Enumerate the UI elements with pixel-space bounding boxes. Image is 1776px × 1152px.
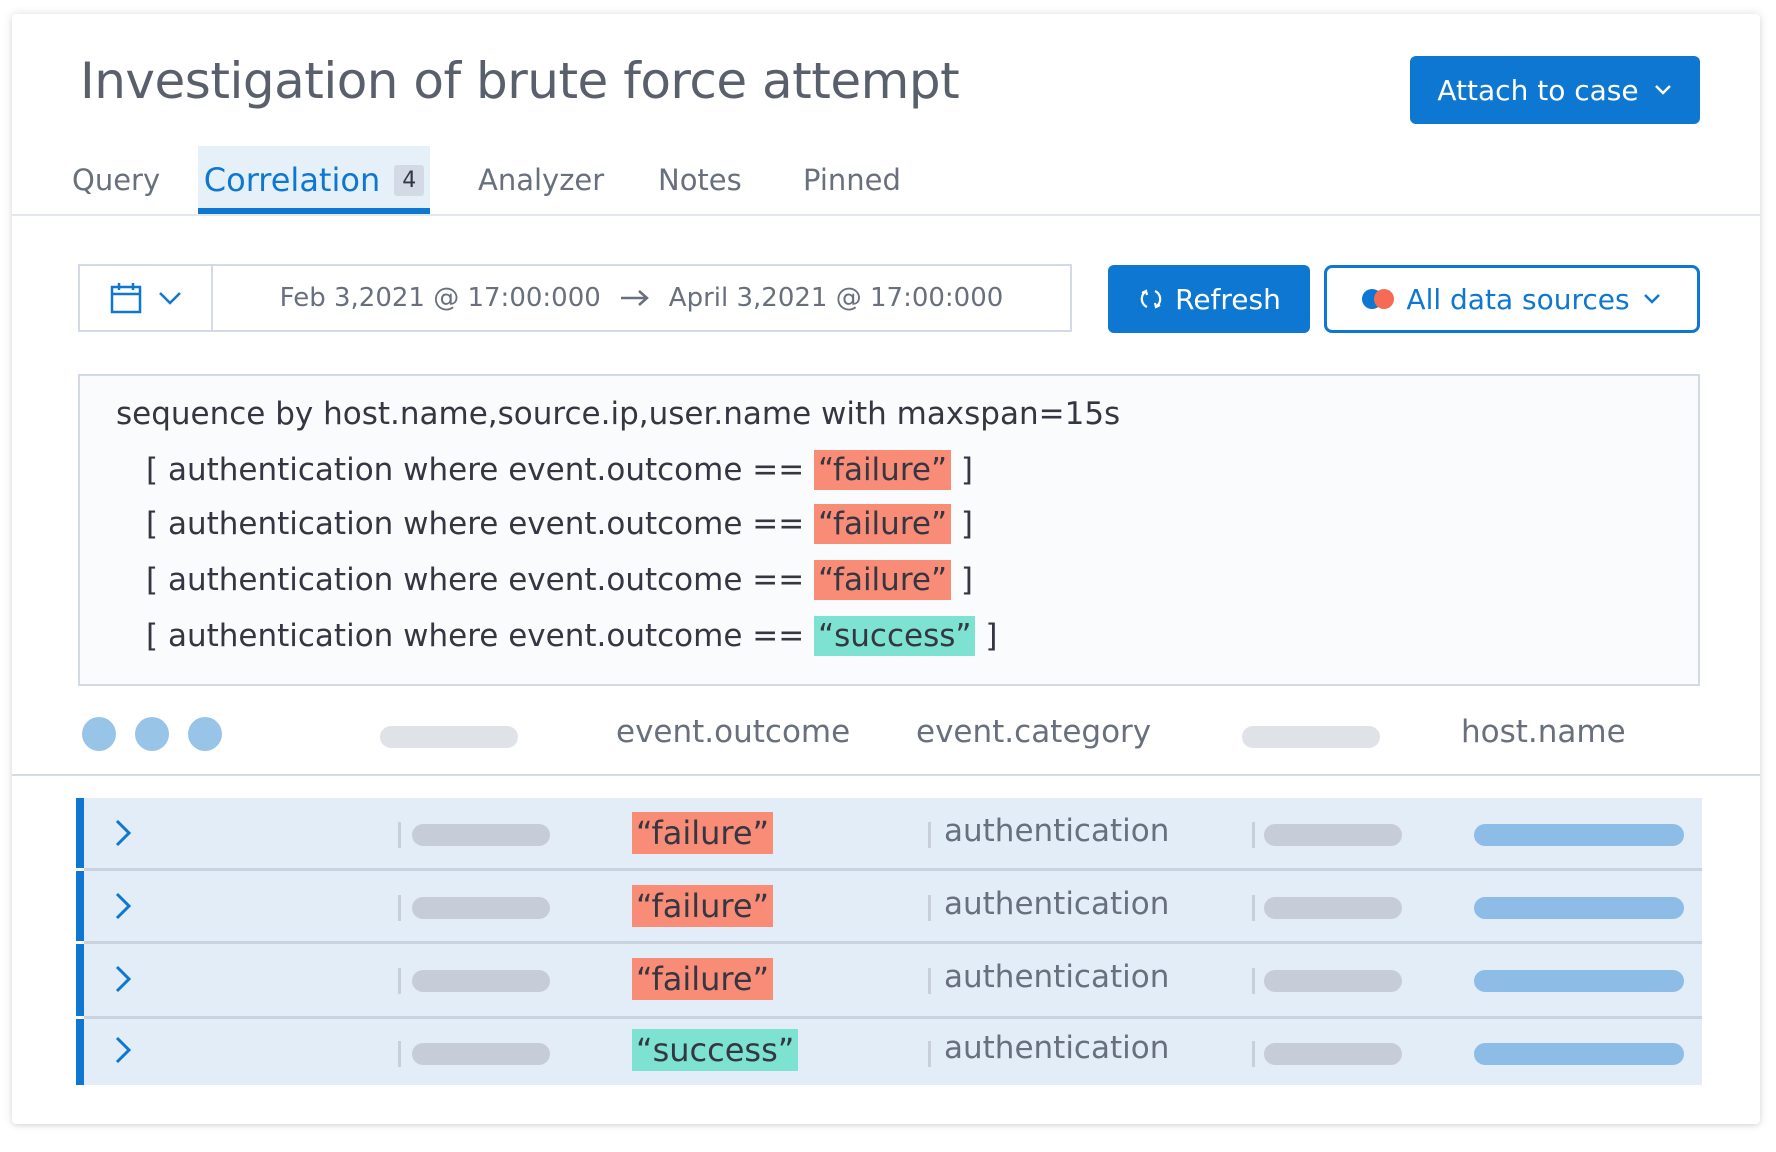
cell-placeholder <box>1264 824 1402 846</box>
arrow-right-icon <box>620 290 649 306</box>
tab-count-badge: 4 <box>394 164 425 196</box>
host-cell-placeholder <box>1474 824 1684 846</box>
category-cell: authentication <box>944 813 1170 849</box>
tab-label: Query <box>72 163 161 197</box>
investigation-panel: Investigation of brute force attempt Att… <box>12 14 1760 1124</box>
outcome-badge: “failure” <box>632 885 774 927</box>
tab-bar: Query Correlation 4 Analyzer Notes Pinne… <box>12 146 1760 216</box>
calendar-icon <box>110 283 141 314</box>
cell-placeholder <box>412 897 550 919</box>
cell-divider <box>398 968 401 994</box>
query-text: ] <box>951 562 973 598</box>
cell-placeholder <box>1264 1043 1402 1065</box>
cell-placeholder <box>412 970 550 992</box>
cell-placeholder <box>1264 897 1402 919</box>
category-cell: authentication <box>944 959 1170 995</box>
tab-query[interactable]: Query <box>72 146 160 214</box>
failure-highlight: “failure” <box>814 504 952 544</box>
outcome-badge: “success” <box>632 1029 799 1071</box>
column-control-dot[interactable] <box>82 717 116 751</box>
data-sources-icon <box>1362 289 1395 309</box>
cell-divider <box>1252 895 1255 921</box>
column-header-category[interactable]: event.category <box>916 714 1151 750</box>
outcome-badge: “failure” <box>632 958 774 1000</box>
tab-notes[interactable]: Notes <box>658 146 742 214</box>
chevron-down-icon <box>1643 294 1660 304</box>
query-text: [ authentication where event.outcome == <box>146 618 815 654</box>
data-sources-label: All data sources <box>1406 282 1630 316</box>
refresh-button[interactable]: Refresh <box>1108 265 1310 333</box>
cell-divider <box>398 1041 401 1067</box>
expand-chevron-icon[interactable] <box>112 816 136 850</box>
cell-placeholder <box>1264 970 1402 992</box>
date-end[interactable]: April 3,2021 @ 17:00:000 <box>669 283 1004 313</box>
query-condition: [ authentication where event.outcome == … <box>146 450 973 490</box>
data-sources-dropdown[interactable]: All data sources <box>1324 265 1700 333</box>
query-condition: [ authentication where event.outcome == … <box>146 504 973 544</box>
attach-to-case-button[interactable]: Attach to case <box>1410 56 1700 124</box>
cell-divider <box>928 895 931 921</box>
tab-correlation[interactable]: Correlation 4 <box>198 146 430 214</box>
chevron-down-icon <box>158 292 181 305</box>
date-start[interactable]: Feb 3,2021 @ 17:00:000 <box>280 283 601 313</box>
cell-divider <box>398 895 401 921</box>
query-condition: [ authentication where event.outcome == … <box>146 616 998 656</box>
cell-divider <box>1252 968 1255 994</box>
chevron-down-icon <box>1654 85 1671 95</box>
date-range: Feb 3,2021 @ 17:00:000 April 3,2021 @ 17… <box>213 266 1070 330</box>
query-condition: [ authentication where event.outcome == … <box>146 560 973 600</box>
date-picker: Feb 3,2021 @ 17:00:000 April 3,2021 @ 17… <box>78 264 1072 332</box>
category-cell: authentication <box>944 1030 1170 1066</box>
expand-chevron-icon[interactable] <box>112 1033 136 1067</box>
query-text: ] <box>975 618 998 654</box>
column-control-dot[interactable] <box>188 717 222 751</box>
host-cell-placeholder <box>1474 970 1684 992</box>
cell-divider <box>928 822 931 848</box>
query-text: ] <box>951 506 973 542</box>
cell-divider <box>928 968 931 994</box>
cell-placeholder <box>412 824 550 846</box>
tab-label: Analyzer <box>478 163 605 197</box>
column-header-placeholder <box>380 726 518 748</box>
expand-chevron-icon[interactable] <box>112 889 136 923</box>
date-quick-select-button[interactable] <box>80 266 213 330</box>
refresh-icon <box>1140 289 1162 309</box>
host-cell-placeholder <box>1474 1043 1684 1065</box>
cell-divider <box>928 1041 931 1067</box>
tab-pinned[interactable]: Pinned <box>803 146 901 214</box>
query-text: ] <box>951 452 973 488</box>
query-text: [ authentication where event.outcome == <box>146 452 815 488</box>
failure-highlight: “failure” <box>814 450 952 490</box>
failure-highlight: “failure” <box>814 560 952 600</box>
column-header-placeholder <box>1242 726 1380 748</box>
tab-label: Notes <box>658 163 742 197</box>
query-text: [ authentication where event.outcome == <box>146 506 815 542</box>
page-title: Investigation of brute force attempt <box>80 52 960 110</box>
table-row[interactable]: “failure” authentication <box>76 871 1702 941</box>
cell-divider <box>1252 1041 1255 1067</box>
cell-divider <box>398 822 401 848</box>
attach-to-case-label: Attach to case <box>1437 73 1639 107</box>
tab-label: Correlation <box>203 161 381 199</box>
expand-chevron-icon[interactable] <box>112 962 136 996</box>
host-cell-placeholder <box>1474 897 1684 919</box>
column-header-outcome[interactable]: event.outcome <box>616 714 850 750</box>
outcome-badge: “failure” <box>632 812 774 854</box>
cell-placeholder <box>412 1043 550 1065</box>
refresh-label: Refresh <box>1175 282 1281 316</box>
column-control-dot[interactable] <box>135 717 169 751</box>
table-row[interactable]: “failure” authentication <box>76 944 1702 1016</box>
query-text: [ authentication where event.outcome == <box>146 562 815 598</box>
tab-analyzer[interactable]: Analyzer <box>478 146 604 214</box>
query-text: sequence by host.name,source.ip,user.nam… <box>116 396 1121 432</box>
query-line: sequence by host.name,source.ip,user.nam… <box>116 396 1120 432</box>
category-cell: authentication <box>944 886 1170 922</box>
success-highlight: “success” <box>814 616 976 656</box>
query-editor[interactable]: sequence by host.name,source.ip,user.nam… <box>78 374 1700 686</box>
table-row[interactable]: “success” authentication <box>76 1019 1702 1085</box>
tab-label: Pinned <box>803 163 901 197</box>
cell-divider <box>1252 822 1255 848</box>
column-header-host[interactable]: host.name <box>1461 714 1626 750</box>
table-row[interactable]: “failure” authentication <box>76 798 1702 868</box>
